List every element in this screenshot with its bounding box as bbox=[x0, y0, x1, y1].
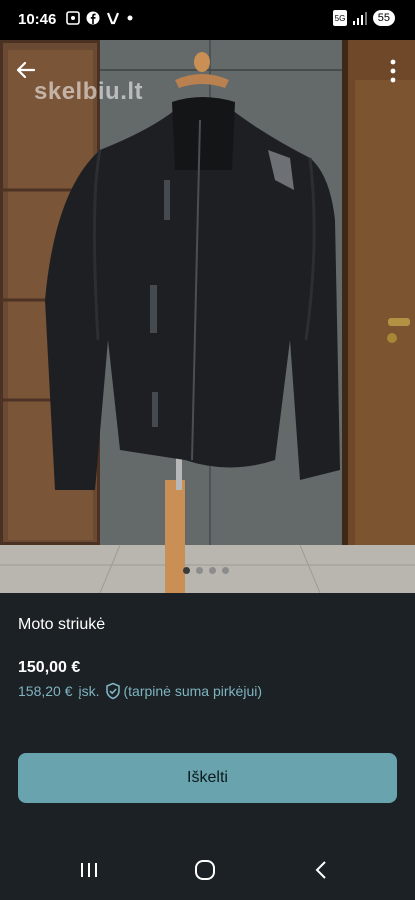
buyer-incl-label: įsk. bbox=[78, 683, 100, 699]
listing-photo[interactable]: skelbiu.lt bbox=[0, 40, 415, 593]
listing-price: 150,00 € bbox=[18, 659, 81, 676]
svg-text:5G: 5G bbox=[334, 14, 345, 23]
recent-apps-icon bbox=[81, 863, 97, 877]
dot-icon bbox=[127, 15, 133, 21]
network-5g-icon: 5G bbox=[332, 10, 347, 26]
facebook-icon bbox=[86, 11, 100, 25]
back-button[interactable] bbox=[296, 852, 346, 888]
carousel-dot[interactable] bbox=[222, 567, 229, 574]
recent-apps-button[interactable] bbox=[64, 852, 114, 888]
battery-icon: 55 bbox=[372, 10, 395, 26]
signal-icon bbox=[352, 12, 367, 25]
more-options-icon[interactable] bbox=[389, 58, 397, 84]
watermark: skelbiu.lt bbox=[34, 78, 144, 105]
v-app-icon bbox=[106, 12, 120, 25]
status-system-icons: 5G 55 bbox=[332, 10, 395, 26]
jacket-photo-image bbox=[0, 40, 415, 593]
buyer-price-row[interactable]: 158,20 € įsk. (tarpinė suma pirkėjui) bbox=[18, 682, 262, 700]
buyer-note: (tarpinė suma pirkėjui) bbox=[123, 683, 263, 699]
status-bar: 10:46 5G 55 bbox=[0, 0, 415, 40]
carousel-dot[interactable] bbox=[183, 567, 190, 574]
home-icon bbox=[195, 860, 215, 880]
status-notification-icons bbox=[66, 11, 134, 25]
system-nav-bar bbox=[0, 840, 415, 900]
back-arrow-icon[interactable] bbox=[14, 58, 38, 82]
listing-title: Moto striukė bbox=[18, 616, 106, 633]
home-button[interactable] bbox=[180, 852, 230, 888]
carousel-dot[interactable] bbox=[196, 567, 203, 574]
back-chevron-icon bbox=[315, 861, 326, 879]
shield-check-icon bbox=[105, 682, 120, 700]
carousel-indicator bbox=[183, 567, 229, 574]
promote-button[interactable]: Iškelti bbox=[18, 753, 397, 803]
carousel-dot[interactable] bbox=[209, 567, 216, 574]
screenshot-icon bbox=[66, 11, 80, 25]
status-time: 10:46 bbox=[18, 11, 57, 28]
buyer-price: 158,20 € bbox=[18, 683, 73, 699]
